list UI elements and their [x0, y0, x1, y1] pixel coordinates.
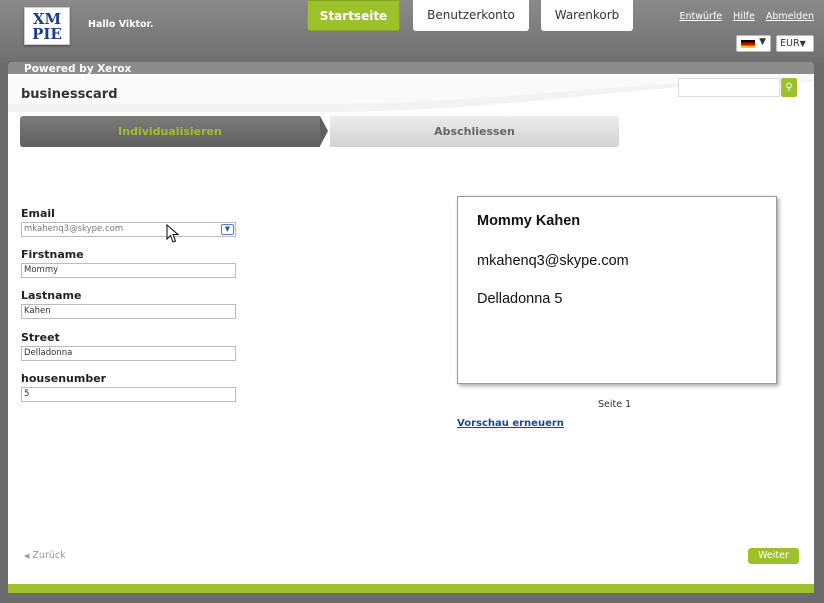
arrow-left-icon: ◀ [24, 552, 30, 560]
preview-page-number: Seite 1 [598, 399, 632, 410]
german-flag-icon [741, 40, 755, 48]
header-links: Entwürfe Hilfe Abmelden [672, 11, 815, 22]
search-input[interactable] [678, 78, 780, 97]
mouse-cursor-icon [166, 224, 180, 243]
street-label: Street [21, 331, 60, 344]
street-input[interactable]: Delladonna [21, 346, 236, 361]
preview-name: Mommy Kahen [477, 213, 581, 229]
tab-warenkorb[interactable]: Warenkorb [541, 0, 633, 31]
back-button[interactable]: ◀ Zurück [24, 550, 66, 561]
email-label: Email [21, 207, 55, 220]
step-individualisieren[interactable]: Individualisieren [20, 116, 320, 147]
firstname-label: Firstname [21, 248, 84, 261]
chevron-down-icon[interactable]: ▼ [221, 224, 234, 235]
preview-address: Delladonna 5 [477, 291, 563, 307]
link-entwuerfe[interactable]: Entwürfe [680, 11, 723, 22]
link-hilfe[interactable]: Hilfe [733, 11, 755, 22]
step-bar: Individualisieren Abschliessen [20, 116, 620, 147]
email-field-group: Email mkahenq3@skype.com ▼ [21, 208, 236, 237]
preview-email: mkahenq3@skype.com [477, 253, 629, 269]
tab-benutzerkonto[interactable]: Benutzerkonto [413, 0, 529, 31]
firstname-field-group: Firstname Mommy [21, 249, 236, 278]
language-select[interactable]: ▼ [736, 35, 771, 52]
currency-value: EUR [780, 38, 800, 49]
xmpie-logo[interactable]: XM PIE [24, 7, 70, 45]
lastname-input[interactable]: Kahen [21, 304, 236, 319]
search-button[interactable]: ⚲ [781, 78, 797, 97]
next-button[interactable]: Weiter [748, 548, 799, 564]
refresh-preview-link[interactable]: Vorschau erneuern [457, 418, 564, 429]
housenumber-field-group: housenumber 5 [21, 373, 236, 402]
main-panel: Powered by Xerox businesscard ⚲ Individu… [8, 62, 814, 593]
currency-select[interactable]: EUR▼ [776, 35, 814, 52]
housenumber-input[interactable]: 5 [21, 387, 236, 402]
top-bar: XM PIE Hallo Viktor. Startseite Benutzer… [0, 0, 824, 62]
tab-startseite[interactable]: Startseite [307, 0, 400, 31]
back-label: Zurück [32, 550, 66, 561]
housenumber-label: housenumber [21, 372, 107, 385]
email-value: mkahenq3@skype.com [24, 224, 124, 234]
street-field-group: Street Delladonna [21, 332, 236, 361]
lastname-label: Lastname [21, 289, 82, 302]
link-abmelden[interactable]: Abmelden [766, 11, 814, 22]
search-icon: ⚲ [785, 82, 793, 93]
footer-accent-bar [8, 584, 814, 593]
step-abschliessen[interactable]: Abschliessen [330, 116, 619, 147]
logo-line-2: PIE [32, 25, 62, 43]
firstname-input[interactable]: Mommy [21, 263, 236, 278]
greeting-text: Hallo Viktor. [88, 19, 154, 30]
page-title: businesscard [21, 87, 118, 102]
businesscard-preview: Mommy Kahen mkahenq3@skype.com Delladonn… [457, 196, 777, 384]
step-arrow [320, 116, 328, 146]
chevron-down-icon: ▼ [759, 37, 766, 47]
chevron-down-icon: ▼ [799, 39, 806, 48]
lastname-field-group: Lastname Kahen [21, 290, 236, 319]
email-select[interactable]: mkahenq3@skype.com ▼ [21, 222, 236, 237]
powered-by-text: Powered by Xerox [24, 63, 132, 75]
